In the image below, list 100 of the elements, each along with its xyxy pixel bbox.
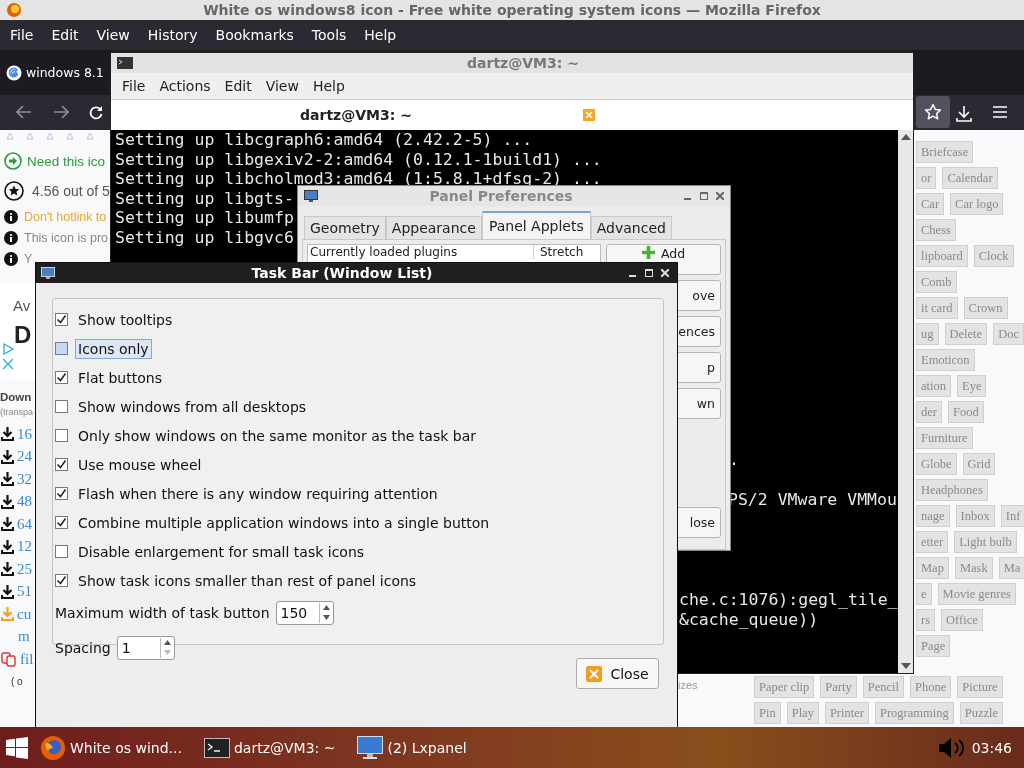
checkbox-label[interactable]: Flash when there is any window requiring attention <box>75 483 441 504</box>
tag[interactable]: Grid <box>962 453 996 475</box>
tag[interactable]: Light bulb <box>954 531 1017 553</box>
forward-icon[interactable] <box>53 105 69 119</box>
tag[interactable]: Ma <box>998 557 1024 579</box>
number-field[interactable]: 150 <box>275 600 334 625</box>
tag[interactable]: Movie genres <box>937 583 1016 605</box>
menu-item[interactable]: File <box>122 78 146 94</box>
increment-icon[interactable] <box>163 640 171 645</box>
tag[interactable]: rs <box>916 609 936 631</box>
download-link[interactable]: 16 <box>17 425 32 443</box>
checkbox-label[interactable]: Combine multiple application windows into a single button <box>75 512 493 533</box>
menu-item[interactable]: Help <box>312 78 345 94</box>
tag[interactable]: Page <box>916 635 951 657</box>
tab[interactable]: Panel Applets <box>481 211 591 239</box>
column-header[interactable]: Currently loaded plugins <box>308 245 533 259</box>
tag[interactable]: Inbox <box>955 505 995 527</box>
menu-item[interactable]: Edit <box>51 27 79 43</box>
checkbox[interactable] <box>55 487 68 500</box>
menu-item[interactable]: Tools <box>311 27 347 43</box>
checkbox[interactable] <box>55 545 68 558</box>
download-link[interactable]: 12 <box>17 538 32 556</box>
tab[interactable]: Appearance <box>385 216 482 239</box>
tag[interactable]: Pin <box>754 702 781 724</box>
tag[interactable]: Doc <box>993 323 1024 345</box>
menu-item[interactable]: View <box>96 27 130 43</box>
close-button[interactable]: Close <box>576 658 659 689</box>
checkbox[interactable] <box>55 313 68 326</box>
download-link[interactable]: 24 <box>17 448 32 466</box>
download-link[interactable]: fil <box>20 650 34 668</box>
tag[interactable]: it card <box>916 297 958 319</box>
back-icon[interactable] <box>16 105 32 119</box>
column-header[interactable]: Stretch <box>533 245 600 259</box>
download-icon[interactable] <box>955 105 973 123</box>
taskbar-button[interactable]: (2) Lxpanel <box>357 735 467 760</box>
menu-item[interactable]: Actions <box>159 78 211 94</box>
tag[interactable]: ation <box>916 375 951 397</box>
checkbox[interactable] <box>55 342 68 355</box>
scroll-down-icon[interactable] <box>900 663 911 669</box>
menu-icon[interactable] <box>992 105 1008 119</box>
menu-item[interactable]: View <box>265 78 299 94</box>
tag[interactable]: Crown <box>963 297 1008 319</box>
checkbox[interactable] <box>55 371 68 384</box>
tag[interactable]: Food <box>947 401 984 423</box>
checkbox-label[interactable]: Disable enlargement for small task icons <box>75 541 368 562</box>
download-link[interactable]: 48 <box>17 493 32 511</box>
taskbar-button[interactable]: dartz@VM3: ~ <box>203 737 336 758</box>
tag[interactable]: Car <box>916 193 945 215</box>
tag[interactable]: Headphones <box>916 479 988 501</box>
checkbox-label[interactable]: Flat buttons <box>75 367 165 388</box>
tag[interactable]: Inf <box>1000 505 1024 527</box>
tag[interactable]: lipboard <box>916 245 968 267</box>
download-link[interactable]: m <box>18 628 30 646</box>
menu-item[interactable]: Edit <box>224 78 252 94</box>
tag[interactable]: Pencil <box>862 676 904 698</box>
checkbox-label[interactable]: Show windows from all desktops <box>75 396 310 417</box>
tag[interactable]: e <box>916 583 932 605</box>
checkbox[interactable] <box>55 458 68 471</box>
increment-icon[interactable] <box>322 605 330 610</box>
tag[interactable]: Programming <box>874 702 954 724</box>
menu-item[interactable]: Help <box>364 27 397 43</box>
tab[interactable]: Geometry <box>304 216 386 239</box>
tag[interactable]: etter <box>916 531 949 553</box>
tag[interactable]: Globe <box>916 453 957 475</box>
windows-logo-icon[interactable] <box>6 736 28 759</box>
download-link[interactable]: 25 <box>17 560 32 578</box>
tag[interactable]: nage <box>916 505 950 527</box>
checkbox[interactable] <box>55 574 68 587</box>
bookmark-button[interactable] <box>916 96 950 128</box>
tag[interactable]: der <box>916 401 942 423</box>
tag[interactable]: Delete <box>944 323 988 345</box>
menu-item[interactable]: History <box>147 27 198 43</box>
tab[interactable]: Advanced <box>590 216 672 239</box>
decrement-icon[interactable] <box>322 615 330 620</box>
taskbar-button[interactable]: White os wind... <box>40 734 182 761</box>
tag[interactable]: Briefcase <box>916 141 974 163</box>
download-link[interactable]: 64 <box>17 515 32 533</box>
tag[interactable]: Emoticon <box>916 349 975 371</box>
tag[interactable]: Chess <box>916 219 956 241</box>
download-link[interactable]: cu <box>17 605 32 623</box>
tag[interactable]: Mask <box>954 557 993 579</box>
checkbox[interactable] <box>55 429 68 442</box>
menu-item[interactable]: File <box>10 27 34 43</box>
checkbox-label[interactable]: Only show windows on the same monitor as the task bar <box>75 425 479 446</box>
tag[interactable]: Car logo <box>950 193 1004 215</box>
checkbox-label[interactable]: Icons only <box>75 338 152 359</box>
tag[interactable]: Phone <box>910 676 952 698</box>
tag[interactable]: Calendar <box>942 167 998 189</box>
browser-tab[interactable]: windows 8.1 <box>26 65 104 80</box>
scroll-up-icon[interactable] <box>900 134 911 140</box>
tag[interactable]: ug <box>916 323 939 345</box>
checkbox-label[interactable]: Show task icons smaller than rest of panel icons <box>75 570 420 591</box>
menu-item[interactable]: Bookmarks <box>215 27 294 43</box>
reload-icon[interactable] <box>88 105 104 121</box>
tag[interactable]: Clock <box>973 245 1014 267</box>
checkbox[interactable] <box>55 400 68 413</box>
tag[interactable]: Map <box>916 557 949 579</box>
number-field[interactable]: 1 <box>116 635 175 660</box>
tag[interactable]: Furniture <box>916 427 973 449</box>
tag[interactable]: Play <box>786 702 819 724</box>
